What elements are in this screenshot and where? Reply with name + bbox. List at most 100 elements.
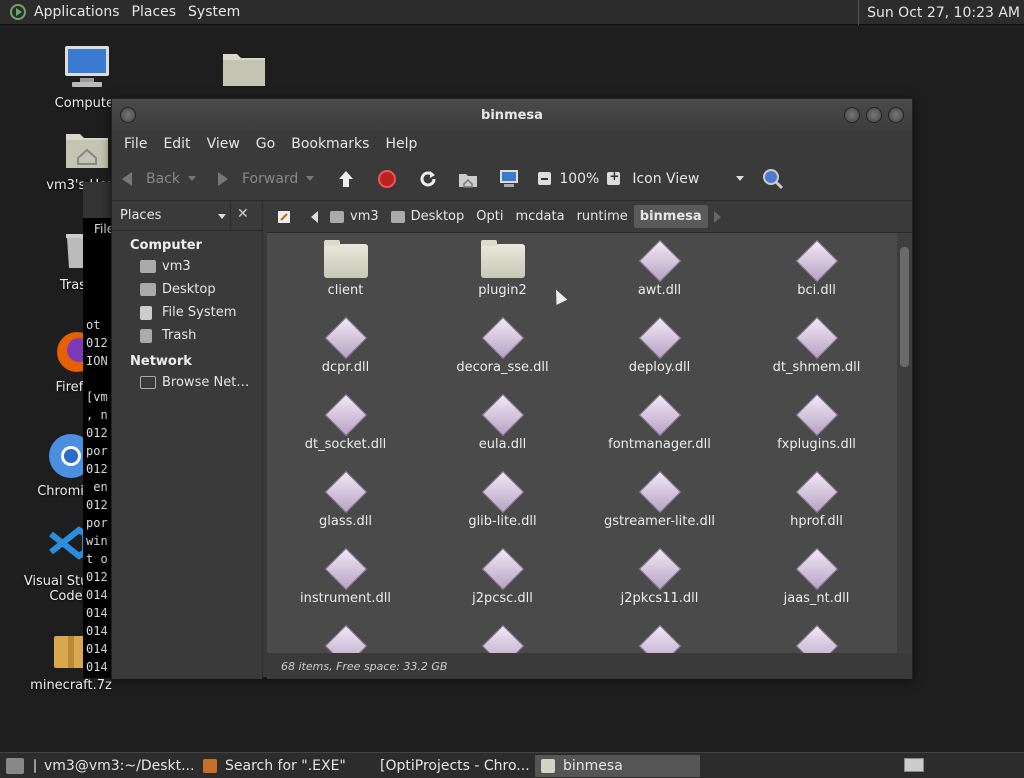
file-item[interactable]: bci.dll — [738, 239, 895, 319]
file-item[interactable] — [424, 624, 581, 653]
file-item[interactable] — [738, 624, 895, 653]
home-button[interactable] — [458, 170, 478, 188]
task-chromium[interactable]: [OptiProjects - Chro... — [366, 755, 531, 777]
zoom-out-button[interactable] — [538, 172, 552, 185]
file-item[interactable]: fxplugins.dll — [738, 393, 895, 473]
menu-file[interactable]: File — [116, 136, 155, 152]
view-mode-select[interactable]: Icon View — [632, 171, 745, 187]
file-icon-wrapper — [480, 240, 525, 280]
file-icon-wrapper — [324, 547, 368, 591]
path-left-arrow[interactable] — [305, 207, 324, 227]
menu-go[interactable]: Go — [248, 136, 283, 152]
crumb-binmesa[interactable]: binmesa — [633, 205, 708, 228]
sidebar-item-file-system[interactable]: File System — [112, 301, 262, 324]
file-item[interactable]: jaas_nt.dll — [738, 547, 895, 627]
sidebar-header-label: Places — [120, 208, 162, 223]
crumb-opti[interactable]: Opti — [470, 205, 509, 228]
desktop-icon-label: minecraft.7z — [30, 678, 112, 693]
file-item[interactable] — [581, 624, 738, 653]
search-button[interactable] — [762, 168, 784, 190]
crumb-vm3[interactable]: vm3 — [324, 205, 385, 228]
clock[interactable]: Sun Oct 27, 10:23 AM — [858, 0, 1020, 25]
menu-bookmarks[interactable]: Bookmarks — [283, 136, 377, 152]
menu-edit[interactable]: Edit — [155, 136, 198, 152]
file-name: jaas_nt.dll — [783, 591, 850, 606]
back-button[interactable]: Back — [122, 171, 196, 187]
file-item[interactable]: fontmanager.dll — [581, 393, 738, 473]
system-menu[interactable]: System — [182, 4, 246, 20]
applications-menu[interactable]: Applications — [28, 4, 126, 20]
chevron-down-icon[interactable] — [218, 214, 226, 219]
file-item[interactable]: awt.dll — [581, 239, 738, 319]
close-sidebar-icon[interactable]: ✕ — [237, 206, 249, 222]
reload-button[interactable] — [418, 169, 438, 189]
desktop-icon-folder[interactable] — [199, 48, 289, 96]
crumb-runtime[interactable]: runtime — [571, 205, 634, 228]
file-item[interactable]: j2pkcs11.dll — [581, 547, 738, 627]
file-name: dt_shmem.dll — [772, 360, 861, 375]
sidebar-item-trash[interactable]: Trash — [112, 324, 262, 347]
edit-location-icon[interactable] — [271, 206, 297, 228]
file-manager-window[interactable]: binmesa File Edit View Go Bookmarks Help… — [111, 98, 913, 679]
window-menu-icon[interactable] — [120, 107, 136, 123]
file-item[interactable]: dt_shmem.dll — [738, 316, 895, 396]
search-icon — [203, 758, 217, 773]
chevron-down-icon[interactable] — [306, 176, 315, 181]
folder-item[interactable]: plugin2 — [424, 240, 581, 319]
scrollbar-thumb[interactable] — [900, 247, 909, 367]
task-binmesa[interactable]: binmesa — [535, 754, 700, 777]
trash-icon — [140, 328, 152, 343]
file-item[interactable]: glass.dll — [267, 470, 424, 550]
menu-view[interactable]: View — [199, 136, 248, 152]
task-label: Search for ".EXE" — [225, 757, 346, 774]
file-icon-wrapper — [638, 393, 682, 437]
crumb-mcdata[interactable]: mcdata — [509, 205, 570, 228]
task-search[interactable]: Search for ".EXE" — [197, 755, 362, 777]
file-item[interactable] — [267, 624, 424, 653]
forward-button[interactable]: Forward — [218, 171, 315, 187]
menu-help[interactable]: Help — [377, 136, 425, 152]
sidebar-header[interactable]: Places ✕ — [112, 201, 262, 231]
file-item[interactable]: glib-lite.dll — [424, 470, 581, 550]
search-icon — [763, 168, 784, 189]
computer-button[interactable] — [498, 169, 520, 189]
file-item[interactable]: gstreamer-lite.dll — [581, 470, 738, 550]
file-item[interactable]: deploy.dll — [581, 316, 738, 396]
file-item[interactable]: j2pcsc.dll — [424, 547, 581, 627]
file-item[interactable]: instrument.dll — [267, 547, 424, 627]
crumb-desktop[interactable]: Desktop — [385, 205, 471, 228]
file-item[interactable]: eula.dll — [424, 393, 581, 473]
file-item[interactable]: decora_sse.dll — [424, 316, 581, 396]
file-item[interactable]: dcpr.dll — [267, 316, 424, 396]
task-terminal[interactable]: vm3@vm3:~/Deskt... — [28, 755, 193, 777]
up-button[interactable] — [336, 169, 356, 189]
sidebar-item-vm3[interactable]: vm3 — [112, 255, 262, 278]
sidebar-item-desktop[interactable]: Desktop — [112, 278, 262, 301]
minimize-icon[interactable] — [844, 107, 860, 123]
chevron-down-icon[interactable] — [188, 176, 196, 181]
zoom-in-button[interactable] — [607, 169, 621, 185]
maximize-icon[interactable] — [866, 107, 882, 123]
task-label: binmesa — [563, 757, 623, 774]
file-item[interactable]: dt_socket.dll — [267, 393, 424, 473]
dll-file-icon — [324, 393, 367, 437]
path-right-arrow[interactable] — [708, 207, 727, 227]
vertical-scrollbar[interactable] — [897, 233, 912, 653]
file-item[interactable]: hprof.dll — [738, 470, 895, 550]
close-icon[interactable] — [888, 107, 904, 123]
dll-file-icon — [638, 470, 681, 514]
file-icon-wrapper — [638, 316, 682, 360]
divider — [230, 201, 231, 231]
window-titlebar[interactable]: binmesa — [112, 99, 912, 131]
applications-icon[interactable] — [10, 4, 26, 20]
sidebar-item-browse-network[interactable]: Browse Net… — [112, 371, 262, 394]
drive-icon — [140, 305, 152, 320]
show-desktop-icon[interactable] — [6, 757, 24, 774]
workspace-switcher-icon[interactable] — [904, 758, 924, 772]
chevron-right-icon — [713, 210, 721, 223]
folder-item[interactable]: client — [267, 240, 424, 319]
places-menu[interactable]: Places — [126, 4, 183, 20]
file-view[interactable]: client plugin2 awt.dll bci.dll dcpr.dll decor… — [267, 233, 897, 653]
stop-button[interactable] — [378, 169, 397, 188]
chevron-left-icon — [311, 210, 318, 223]
